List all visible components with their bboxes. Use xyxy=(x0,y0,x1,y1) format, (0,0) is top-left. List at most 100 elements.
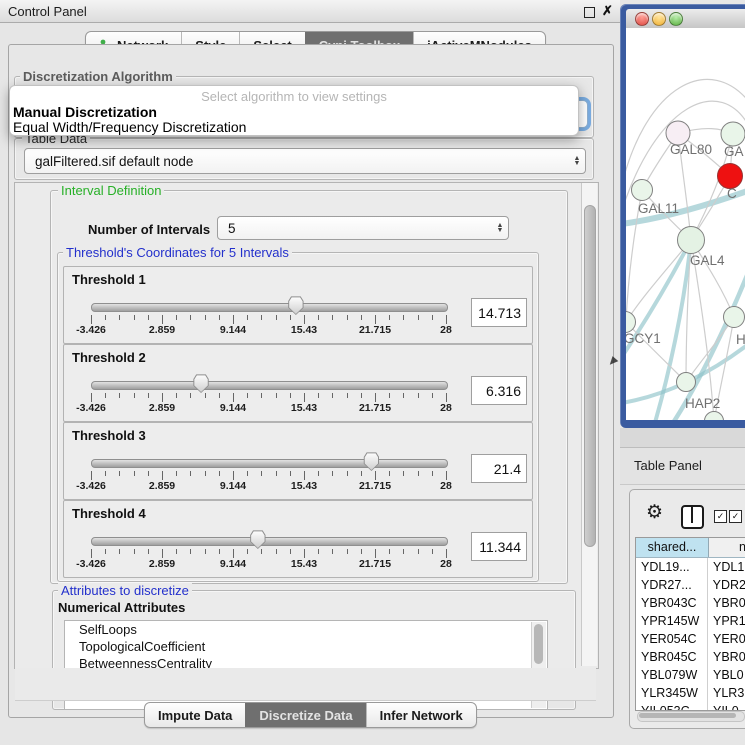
table-horizontal-scrollbar[interactable] xyxy=(637,711,745,722)
threshold-value-field[interactable]: 11.344 xyxy=(471,532,527,561)
minor-tick xyxy=(119,549,120,554)
cell-name: YPR1 xyxy=(708,612,745,630)
minor-tick xyxy=(105,471,106,476)
minor-tick xyxy=(247,471,248,476)
column-header-name[interactable]: n xyxy=(709,538,745,557)
close-traffic-light[interactable] xyxy=(635,12,649,26)
popup-item-equal-width-frequency[interactable]: Equal Width/Frequency Discretization xyxy=(13,119,246,135)
network-node[interactable] xyxy=(705,412,724,421)
cell-name: YIL0 xyxy=(708,702,745,711)
numerical-attributes-label: Numerical Attributes xyxy=(58,600,185,615)
network-node[interactable] xyxy=(721,122,745,146)
panel-scrollbar[interactable] xyxy=(581,183,597,666)
checkbox-icon[interactable]: ✓ xyxy=(729,510,742,523)
network-window-titlebar[interactable] xyxy=(626,9,745,29)
bottom-tab-impute-data[interactable]: Impute Data xyxy=(145,703,245,727)
table-row[interactable]: YDR27...YDR2 xyxy=(636,576,745,594)
tick-label: 15.43 xyxy=(291,558,317,570)
table-data-combobox[interactable]: galFiltered.sif default node ▲▼ xyxy=(24,148,586,174)
major-tick xyxy=(91,471,92,480)
bottom-tab-infer-network[interactable]: Infer Network xyxy=(366,703,476,727)
network-node[interactable] xyxy=(718,164,743,189)
minor-tick xyxy=(389,393,390,398)
table-row[interactable]: YBR043CYBR0 xyxy=(636,594,745,612)
minor-tick xyxy=(261,315,262,320)
slider-track[interactable] xyxy=(91,537,448,546)
threshold-value-field[interactable]: 14.713 xyxy=(471,298,527,327)
table-row[interactable]: YDL19...YDL1 xyxy=(636,558,745,576)
minor-tick xyxy=(176,549,177,554)
threshold-value-field[interactable]: 21.4 xyxy=(471,454,527,483)
number-of-intervals-combobox[interactable]: 5 ▲▼ xyxy=(217,216,509,240)
minimize-traffic-light[interactable] xyxy=(652,12,666,26)
apply-strip: Apply xyxy=(15,668,596,701)
minor-tick xyxy=(148,315,149,320)
checkbox-icon[interactable]: ✓ xyxy=(714,510,727,523)
attribute-list-item[interactable]: SelfLoops xyxy=(65,621,547,638)
screen: Control Panel ✗ NetworkStyleSelectCyni T… xyxy=(0,0,745,745)
minor-tick xyxy=(134,471,135,476)
minor-tick xyxy=(190,393,191,398)
network-canvas[interactable]: GAL80GACGAL11GAL4GCY1HHAP2 xyxy=(626,28,745,420)
column-header-shared-name[interactable]: shared... xyxy=(636,538,709,557)
close-icon[interactable]: ✗ xyxy=(602,3,613,19)
major-tick xyxy=(233,393,234,402)
slider-thumb[interactable] xyxy=(250,530,266,549)
cell-shared-name: YBR045C xyxy=(636,648,708,666)
network-node[interactable] xyxy=(724,307,745,328)
minor-tick xyxy=(290,393,291,398)
attribute-list-item[interactable]: TopologicalCoefficient xyxy=(65,638,547,655)
algorithm-popup-prompt: Select algorithm to view settings xyxy=(10,89,578,104)
threshold-panel-1: Threshold 1-3.4262.8599.14415.4321.71528… xyxy=(63,266,533,344)
bottom-tab-discretize-data[interactable]: Discretize Data xyxy=(245,703,365,727)
table-panel-titlebar: Table Panel xyxy=(620,447,745,485)
table-row[interactable]: YER054CYER0 xyxy=(636,630,745,648)
attributes-group-title: Attributes to discretize xyxy=(58,583,192,598)
slider-track[interactable] xyxy=(91,381,448,390)
minor-tick xyxy=(403,471,404,476)
table-row[interactable]: YPR145WYPR1 xyxy=(636,612,745,630)
threshold-label: Threshold 4 xyxy=(72,506,146,521)
major-tick xyxy=(91,393,92,402)
tick-label: 15.43 xyxy=(291,324,317,336)
threshold-panel-4: Threshold 4-3.4262.8599.14415.4321.71528… xyxy=(63,500,533,578)
minor-tick xyxy=(361,549,362,554)
network-node[interactable] xyxy=(626,312,636,333)
threshold-value-field[interactable]: 6.316 xyxy=(471,376,527,405)
slider-track[interactable] xyxy=(91,459,448,468)
minor-tick xyxy=(261,549,262,554)
split-columns-icon[interactable] xyxy=(681,505,704,529)
tick-label: -3.426 xyxy=(76,558,106,570)
table-row[interactable]: YLR345WYLR3 xyxy=(636,684,745,702)
cell-shared-name: YDL19... xyxy=(636,558,708,576)
popup-item-manual-discretization[interactable]: Manual Discretization xyxy=(13,104,157,120)
slider-thumb[interactable] xyxy=(288,296,304,315)
list-scrollbar-thumb[interactable] xyxy=(534,624,543,664)
network-node[interactable] xyxy=(678,227,705,254)
number-of-intervals-label: Number of Intervals xyxy=(88,222,210,237)
network-node[interactable] xyxy=(632,180,653,201)
slider-track[interactable] xyxy=(91,303,448,312)
network-node-label: GCY1 xyxy=(626,331,661,346)
float-window-icon[interactable] xyxy=(584,7,595,18)
panel-divider xyxy=(620,428,745,447)
minor-tick xyxy=(361,315,362,320)
table-row[interactable]: YBR045CYBR0 xyxy=(636,648,745,666)
cell-shared-name: YBL079W xyxy=(636,666,708,684)
minor-tick xyxy=(219,393,220,398)
gear-icon[interactable]: ⚙ xyxy=(646,503,663,522)
cell-name: YDL1 xyxy=(708,558,745,576)
table-row[interactable]: YBL079WYBL0 xyxy=(636,666,745,684)
minor-tick xyxy=(261,393,262,398)
panel-scrollbar-thumb[interactable] xyxy=(584,205,596,547)
network-node[interactable] xyxy=(677,373,696,392)
slider-thumb[interactable] xyxy=(193,374,209,393)
tick-label: 21.715 xyxy=(359,402,391,414)
maximize-traffic-light[interactable] xyxy=(669,12,683,26)
major-tick xyxy=(233,315,234,324)
table-scrollbar-thumb[interactable] xyxy=(639,713,736,718)
slider-thumb[interactable] xyxy=(363,452,379,471)
table-row[interactable]: YIL053CYIL0 xyxy=(636,702,745,711)
cell-shared-name: YLR345W xyxy=(636,684,708,702)
major-tick xyxy=(304,393,305,402)
